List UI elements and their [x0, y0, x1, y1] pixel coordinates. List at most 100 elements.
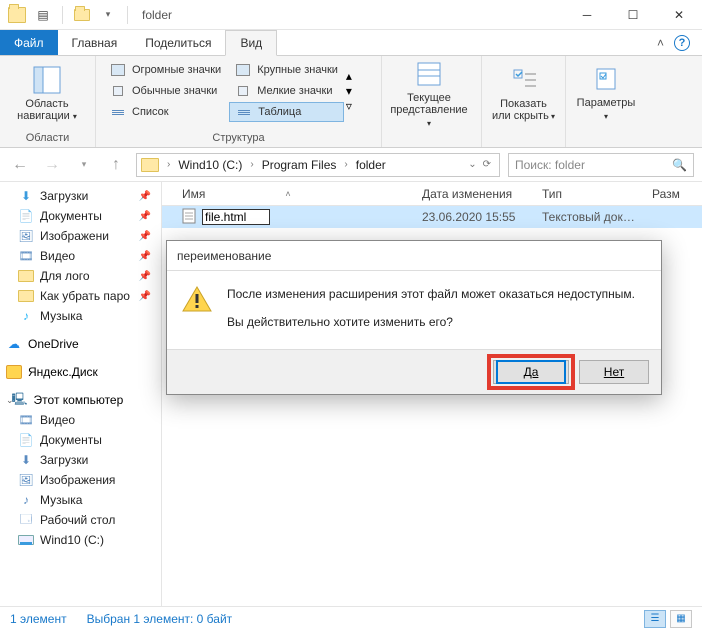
- nav-forward-button[interactable]: →: [40, 153, 64, 177]
- show-hide-button[interactable]: Показать или скрыть ▾: [490, 64, 557, 123]
- layout-huge-icons[interactable]: Огромные значки: [104, 60, 227, 80]
- crumb-0[interactable]: Wind10 (C:): [174, 158, 246, 172]
- sidebar-item-label: Изображени: [40, 229, 109, 243]
- library-icon: 📄: [18, 433, 34, 447]
- layout-table[interactable]: Таблица: [229, 102, 344, 122]
- sidebar-item-thispc-6[interactable]: Wind10 (C:): [0, 530, 161, 550]
- sidebar-item-thispc-2[interactable]: ⬇ Загрузки: [0, 450, 161, 470]
- tab-file[interactable]: Файл: [0, 30, 58, 55]
- file-row[interactable]: 23.06.2020 15:55 Текстовый докум...: [162, 206, 702, 228]
- qat-new-folder-icon[interactable]: [71, 4, 93, 26]
- sidebar-item-label: Музыка: [40, 493, 82, 507]
- column-name[interactable]: Имя: [182, 187, 205, 201]
- sidebar-item-quick-2[interactable]: 🖼Изображени📌: [0, 226, 161, 246]
- column-headers[interactable]: Имя˄ Дата изменения Тип Разм: [162, 182, 702, 206]
- column-size[interactable]: Разм: [644, 187, 688, 201]
- sidebar-item-label: Видео: [40, 249, 75, 263]
- ribbon-tabs: Файл Главная Поделиться Вид ˄ ?: [0, 30, 702, 56]
- minimize-button[interactable]: ─: [564, 0, 610, 30]
- sidebar-item-quick-0[interactable]: ⬇Загрузки📌: [0, 186, 161, 206]
- sidebar-item-quick-5[interactable]: Как убрать паро📌: [0, 286, 161, 306]
- rename-dialog: переименование После изменения расширени…: [166, 240, 662, 395]
- music-icon: ♪: [18, 309, 34, 323]
- current-view-button[interactable]: Текущее представление ▾: [390, 58, 468, 130]
- status-selection: Выбран 1 элемент: 0 байт: [87, 612, 233, 626]
- column-date[interactable]: Дата изменения: [414, 187, 534, 201]
- maximize-button[interactable]: ☐: [610, 0, 656, 30]
- breadcrumb[interactable]: › Wind10 (C:)› Program Files› folder ⌄ ⟳: [136, 153, 500, 177]
- nav-back-button[interactable]: ←: [8, 153, 32, 177]
- options-icon: [590, 63, 622, 95]
- sidebar-this-pc[interactable]: ⌄🖳Этот компьютер: [0, 390, 161, 410]
- library-icon: ⬇: [18, 453, 34, 467]
- help-icon[interactable]: ?: [674, 35, 690, 51]
- dialog-message-1: После изменения расширения этот файл мож…: [227, 285, 645, 303]
- address-dropdown-icon[interactable]: ⌄: [466, 159, 478, 170]
- column-type[interactable]: Тип: [534, 187, 644, 201]
- tab-share[interactable]: Поделиться: [131, 30, 225, 55]
- sidebar-item-label: Видео: [40, 413, 75, 427]
- navigation-sidebar[interactable]: ⬇Загрузки📌📄Документы📌🖼Изображени📌🎞Видео📌…: [0, 182, 162, 606]
- cloud-icon: ☁: [6, 337, 22, 351]
- close-button[interactable]: ✕: [656, 0, 702, 30]
- view-details-button[interactable]: ☰: [644, 610, 666, 628]
- chevron-right-icon[interactable]: ›: [165, 159, 172, 170]
- sidebar-item-quick-1[interactable]: 📄Документы📌: [0, 206, 161, 226]
- sidebar-item-label: Для лого: [40, 269, 90, 283]
- search-icon: 🔍: [672, 158, 687, 172]
- sidebar-item-label: Wind10 (C:): [40, 533, 104, 547]
- address-bar: ← → ▾ ↑ › Wind10 (C:)› Program Files› fo…: [0, 148, 702, 182]
- sidebar-item-quick-6[interactable]: ♪Музыка: [0, 306, 161, 326]
- show-hide-icon: [508, 64, 540, 96]
- sidebar-item-label: Документы: [40, 209, 102, 223]
- layout-scroll-up-icon[interactable]: ▴: [346, 69, 352, 83]
- pic-icon: 🖼: [18, 229, 34, 243]
- sidebar-onedrive[interactable]: ☁OneDrive: [0, 334, 161, 354]
- sidebar-item-thispc-5[interactable]: 🗔Рабочий стол: [0, 510, 161, 530]
- layout-list[interactable]: Список: [104, 102, 227, 122]
- sidebar-item-quick-4[interactable]: Для лого📌: [0, 266, 161, 286]
- tab-home[interactable]: Главная: [58, 30, 132, 55]
- ribbon: Область навигации ▾ Области Огромные зна…: [0, 56, 702, 148]
- navigation-pane-button[interactable]: Область навигации ▾: [8, 64, 86, 123]
- view-thumbnails-button[interactable]: ▦: [670, 610, 692, 628]
- sidebar-item-label: Как убрать паро: [40, 289, 130, 303]
- dialog-message-2: Вы действительно хотите изменить его?: [227, 313, 645, 331]
- doc-icon: 📄: [18, 209, 34, 223]
- layout-large-icons[interactable]: Крупные значки: [229, 60, 344, 80]
- dialog-yes-button[interactable]: Да: [496, 360, 566, 384]
- sidebar-item-label: Рабочий стол: [40, 513, 115, 527]
- crumb-1[interactable]: Program Files: [258, 158, 341, 172]
- qat-dropdown-icon[interactable]: ▾: [97, 4, 119, 26]
- dialog-no-button[interactable]: Нет: [579, 360, 649, 384]
- sidebar-item-thispc-1[interactable]: 📄 Документы: [0, 430, 161, 450]
- sidebar-item-label: Документы: [40, 433, 102, 447]
- options-button[interactable]: Параметры ▾: [574, 63, 638, 123]
- sidebar-item-thispc-0[interactable]: 🎞Видео: [0, 410, 161, 430]
- address-refresh-icon[interactable]: ⟳: [481, 159, 493, 170]
- nav-up-button[interactable]: ↑: [104, 153, 128, 177]
- sidebar-item-label: Загрузки: [40, 453, 88, 467]
- search-input[interactable]: Поиск: folder 🔍: [508, 153, 694, 177]
- crumb-2[interactable]: folder: [352, 158, 390, 172]
- navigation-pane-icon: [31, 64, 63, 96]
- sidebar-item-quick-3[interactable]: 🎞Видео📌: [0, 246, 161, 266]
- status-item-count: 1 элемент: [10, 612, 67, 626]
- warning-icon: [181, 285, 213, 313]
- video-icon: 🎞: [18, 249, 34, 263]
- nav-recent-dropdown[interactable]: ▾: [72, 153, 96, 177]
- tab-view[interactable]: Вид: [225, 30, 277, 56]
- file-rename-input[interactable]: [202, 209, 270, 225]
- layout-scroll-more-icon[interactable]: ▿: [346, 99, 352, 113]
- search-placeholder: Поиск: folder: [515, 158, 585, 172]
- layout-medium-icons[interactable]: Обычные значки: [104, 81, 227, 101]
- qat-properties-icon[interactable]: ▤: [32, 4, 54, 26]
- library-icon: 🖼: [18, 473, 34, 487]
- sidebar-item-thispc-3[interactable]: 🖼Изображения: [0, 470, 161, 490]
- sidebar-yandex-disk[interactable]: Яндекс.Диск: [0, 362, 161, 382]
- ribbon-collapse-icon[interactable]: ˄: [657, 36, 664, 50]
- layout-small-icons[interactable]: Мелкие значки: [229, 81, 344, 101]
- layout-scroll-down-icon[interactable]: ▾: [346, 84, 352, 98]
- sidebar-item-thispc-4[interactable]: ♪Музыка: [0, 490, 161, 510]
- breadcrumb-folder-icon: [141, 158, 159, 172]
